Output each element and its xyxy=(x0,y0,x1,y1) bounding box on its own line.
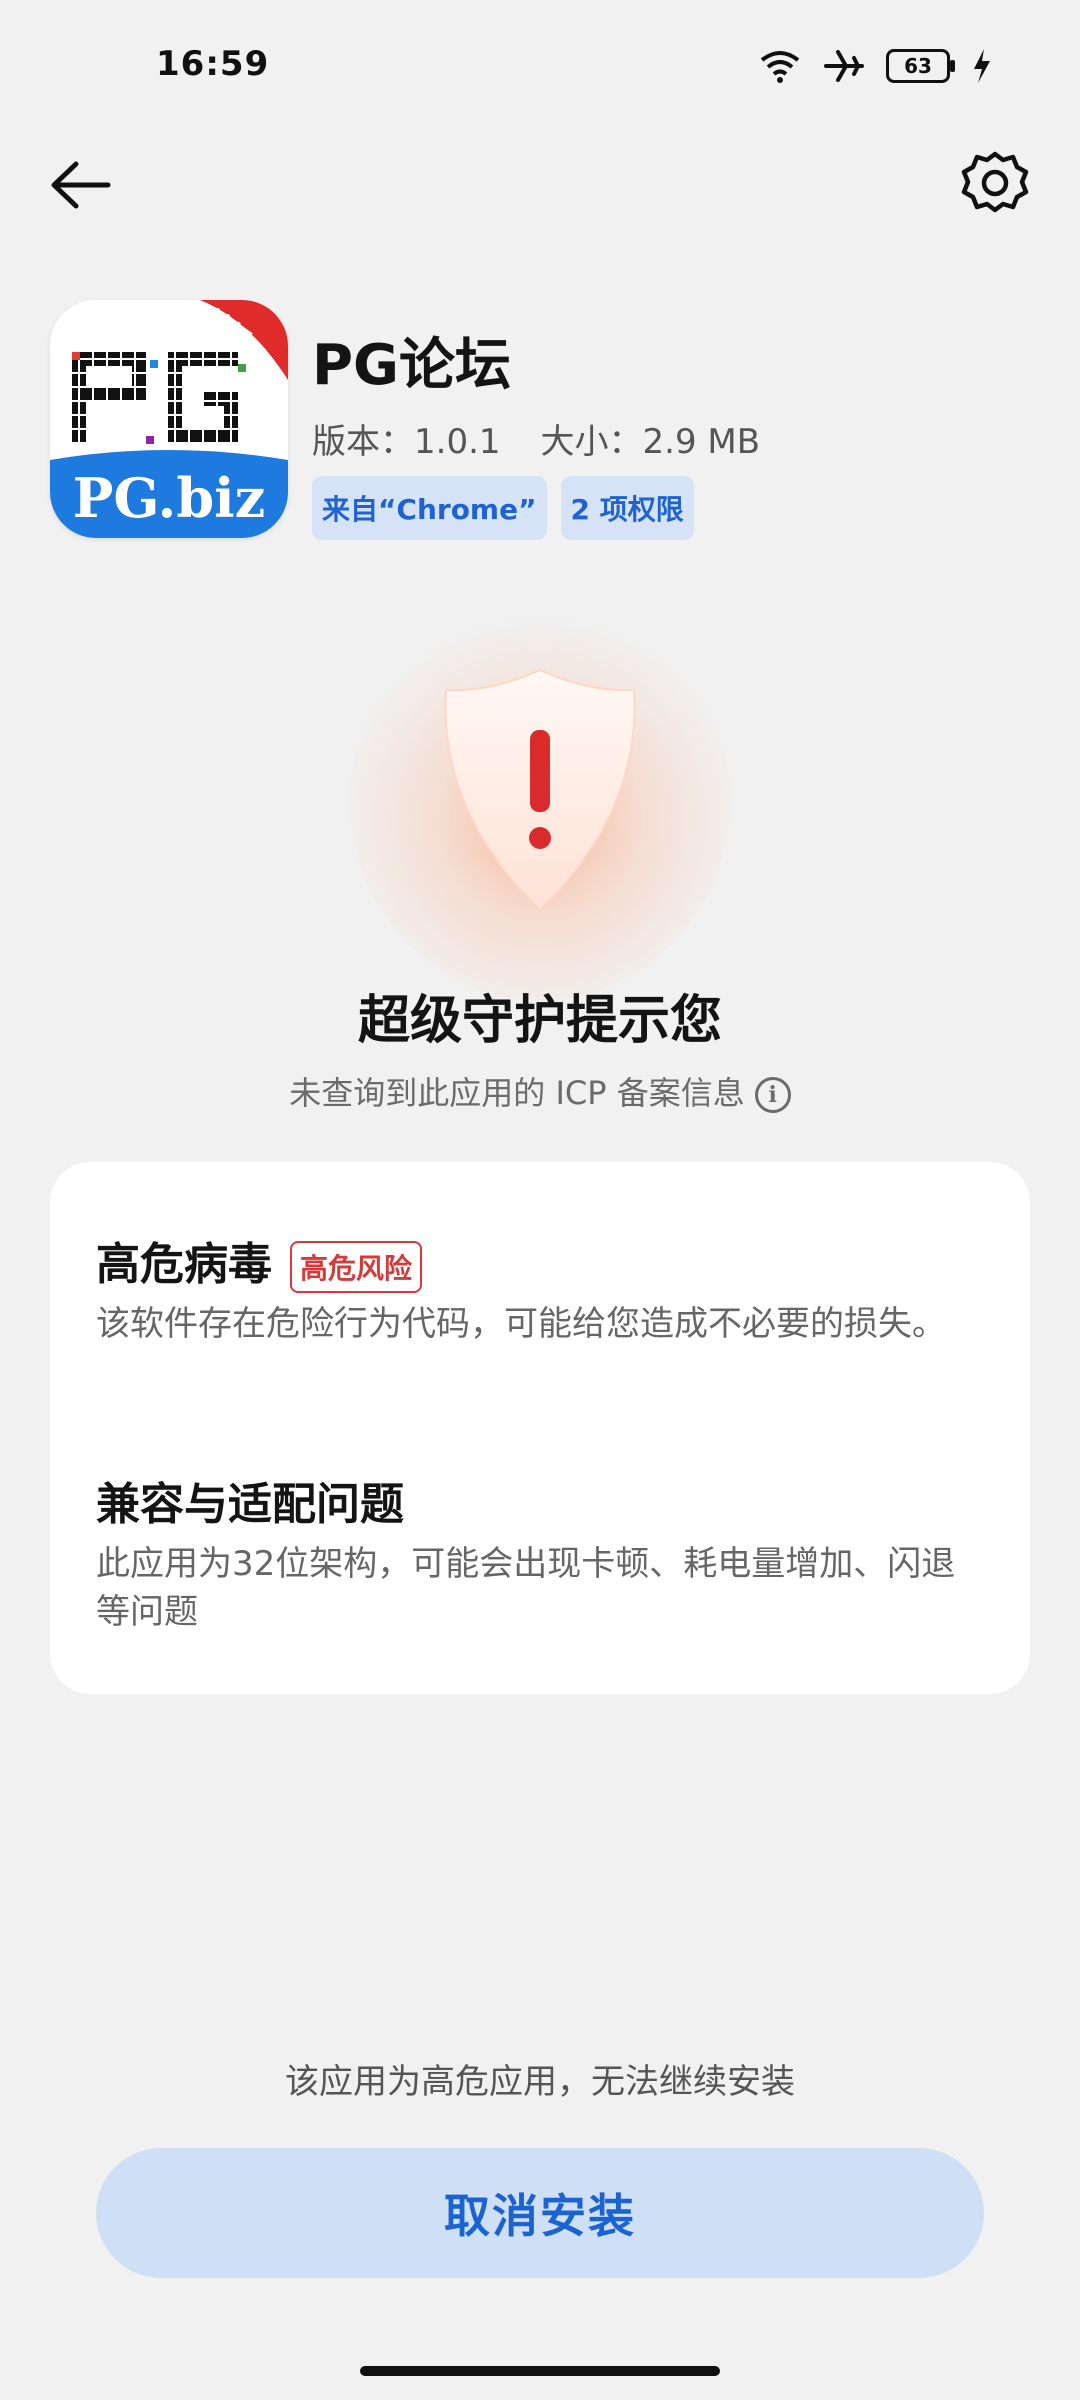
wifi-icon xyxy=(760,51,800,83)
settings-button[interactable] xyxy=(958,148,1032,222)
status-icons: 63 xyxy=(758,44,992,88)
warning-shield xyxy=(350,600,730,1000)
battery-level: 63 xyxy=(904,54,932,78)
warning-title: 超级守护提示您 xyxy=(357,991,722,1051)
arrow-left-icon xyxy=(51,161,111,209)
high-risk-tag: 高危风险 xyxy=(290,1241,423,1293)
app-chips: 来自“Chrome” 2 项权限 xyxy=(312,476,694,540)
back-button[interactable] xyxy=(46,150,116,220)
app-size: 大小：2.9 MB xyxy=(540,422,761,462)
warning-subtitle-text: 未查询到此应用的 ICP 备案信息 xyxy=(289,1074,745,1112)
gear-icon xyxy=(961,151,1029,213)
permissions-chip[interactable]: 2 项权限 xyxy=(560,476,694,540)
app-version: 版本：1.0.1 xyxy=(312,422,501,462)
charging-icon xyxy=(974,49,990,83)
source-chip[interactable]: 来自“Chrome” xyxy=(312,476,547,540)
status-time: 16:59 xyxy=(156,44,270,84)
airplane-icon xyxy=(824,50,864,82)
app-meta: 版本：1.0.1 大小：2.9 MB xyxy=(312,414,760,463)
risk-title-compat: 兼容与适配问题 xyxy=(96,1479,404,1530)
cancel-install-button[interactable]: 取消安装 xyxy=(96,2148,984,2278)
risk-desc-virus: 该软件存在危险行为代码，可能给您造成不必要的损失。 xyxy=(96,1304,946,1344)
risk-title-virus-text: 高危病毒 xyxy=(96,1239,272,1290)
warning-subtitle: 未查询到此应用的 ICP 备案信息 i xyxy=(0,1068,1080,1114)
home-indicator[interactable] xyxy=(360,2366,720,2376)
risk-card: 高危病毒 高危风险 该软件存在危险行为代码，可能给您造成不必要的损失。 兼容与适配… xyxy=(50,1162,1030,1694)
app-name: PG论坛 xyxy=(312,333,512,398)
footer-note: 该应用为高危应用，无法继续安装 xyxy=(285,2062,795,2102)
risk-title-virus: 高危病毒 高危风险 xyxy=(96,1228,423,1293)
risk-desc-compat: 此应用为32位架构，可能会出现卡顿、耗电量增加、闪退等问题 xyxy=(96,1544,956,1632)
app-icon: 论坛 PG.biz xyxy=(50,300,288,538)
battery-icon: 63 xyxy=(886,49,955,83)
app-icon-text: PG.biz xyxy=(72,466,266,530)
shield-alert-icon xyxy=(444,668,636,912)
info-icon[interactable]: i xyxy=(754,1077,791,1113)
